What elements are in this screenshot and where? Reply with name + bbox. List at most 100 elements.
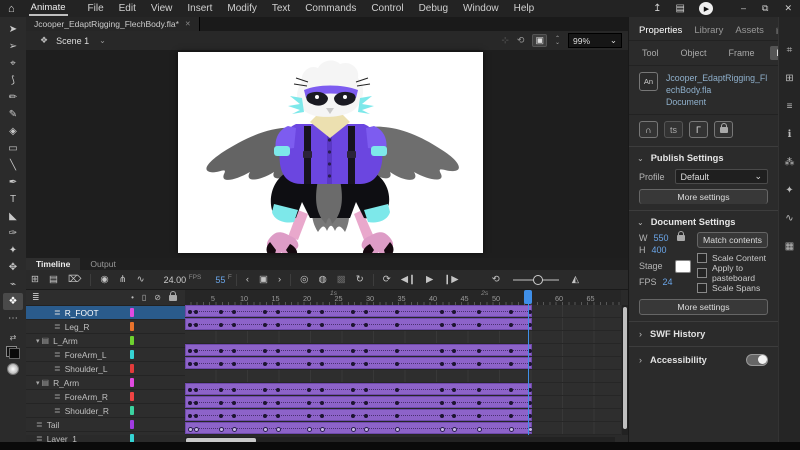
timeline-zoom-max-icon[interactable]: ◭	[567, 274, 584, 285]
timeline-tab-output[interactable]: Output	[80, 258, 126, 270]
hand-tool-icon[interactable]: ✥	[3, 259, 23, 276]
asset-sculpt-panel-icon[interactable]: ✦	[782, 183, 798, 198]
zoom-spinner[interactable]: ⌃ ⌄	[555, 36, 560, 46]
next-keyframe-icon[interactable]: ❙▶	[438, 274, 463, 285]
folder-expand-icon[interactable]: ▾	[36, 379, 40, 387]
tween-span[interactable]	[185, 422, 533, 434]
timeline-zoom-slider[interactable]	[512, 275, 559, 285]
new-folder-icon[interactable]: ▤	[44, 274, 63, 285]
onion-skin-outlines-icon[interactable]: ◍	[313, 274, 331, 285]
loop-icon[interactable]: ↻	[351, 274, 369, 285]
graph-editor-icon[interactable]: ∿	[132, 274, 150, 285]
outline-layers-icon[interactable]: ▯	[142, 293, 146, 302]
fps-value[interactable]: 24	[663, 277, 673, 287]
layer-row-r_arm[interactable]: ▾ ▤ R_Arm	[26, 376, 185, 390]
layer-row-shoulder_l[interactable]: ≣ Shoulder_L	[26, 362, 185, 376]
layer-color-chip[interactable]	[130, 322, 134, 331]
layer-parenting-icon[interactable]: ⋔	[114, 274, 132, 285]
close-button[interactable]: ✕	[784, 3, 792, 14]
scale-spans-checkbox[interactable]	[697, 283, 707, 293]
chevron-down-icon[interactable]: ⌄	[99, 36, 106, 45]
document-more-settings-button[interactable]: More settings	[639, 299, 768, 315]
center-frame-icon[interactable]: ▣	[254, 274, 273, 285]
timeline-fps[interactable]: 24.00 FPS	[164, 274, 202, 285]
folder-expand-icon[interactable]: ▾	[36, 337, 40, 345]
layer-color-chip[interactable]	[130, 364, 134, 373]
reset-timeline-zoom-icon[interactable]: ⟲	[487, 274, 505, 285]
timeline-vertical-scrollbar[interactable]	[622, 305, 628, 435]
frames-row-shoulder_r[interactable]	[185, 396, 621, 409]
align-panel-icon[interactable]: ≡	[782, 99, 798, 114]
info-panel-icon[interactable]: ℹ	[782, 127, 798, 142]
layer-row-tail[interactable]: ≣ Tail	[26, 418, 185, 432]
match-contents-button[interactable]: Match contents	[697, 232, 768, 248]
step-back-icon[interactable]: ‹	[241, 274, 254, 285]
quick-share-play-icon[interactable]: ▶	[699, 2, 713, 15]
edit-multiple-frames-icon[interactable]: ▩	[332, 274, 351, 285]
snap-align-icon[interactable]: Γ	[689, 121, 708, 138]
zoom-level-dropdown[interactable]: 99% ⌄	[568, 33, 622, 48]
pen-tool-icon[interactable]: ✒	[3, 174, 23, 191]
fill-color-swatch[interactable]	[9, 348, 20, 359]
playhead-handle[interactable]	[524, 290, 533, 304]
rig-tool-icon[interactable]: ❖	[3, 293, 23, 310]
tween-span[interactable]	[185, 318, 532, 330]
tab-close-icon[interactable]: ✕	[185, 20, 191, 28]
width-value[interactable]: 550	[654, 233, 669, 243]
menu-debug[interactable]: Debug	[419, 3, 448, 14]
layer-row-shoulder_r[interactable]: ≣ Shoulder_R	[26, 404, 185, 418]
scene-name[interactable]: Scene 1	[56, 36, 89, 46]
frames-row-l_arm[interactable]	[185, 331, 621, 344]
play-icon[interactable]: ▶	[421, 274, 438, 285]
tab-assets[interactable]: Assets	[735, 25, 764, 36]
frames-row-layer_1[interactable]	[185, 422, 621, 435]
brush-library-panel-icon[interactable]: ⁂	[782, 155, 798, 170]
subtab-object[interactable]: Object	[674, 46, 714, 60]
tween-span[interactable]	[185, 357, 532, 369]
layer-color-chip[interactable]	[130, 420, 134, 429]
stroke-fill-swatches[interactable]	[6, 346, 20, 359]
rotation-tool-icon[interactable]: ⟲	[517, 35, 525, 46]
lock-layers-icon[interactable]	[169, 290, 177, 301]
swf-history-header[interactable]: › SWF History	[629, 321, 778, 346]
transform-panel-icon[interactable]: ⊞	[782, 71, 798, 86]
menu-insert[interactable]: Insert	[187, 3, 212, 14]
eyedropper-tool-icon[interactable]: ✑	[3, 225, 23, 242]
fluid-brush-tool-icon[interactable]: ✏	[3, 89, 23, 106]
frames-row-shoulder_l[interactable]	[185, 357, 621, 370]
document-settings-header[interactable]: ⌄ Document Settings	[629, 210, 778, 232]
lock-guides-icon[interactable]	[714, 121, 733, 138]
layer-color-chip[interactable]	[130, 336, 134, 345]
layer-color-chip[interactable]	[130, 392, 134, 401]
subselection-tool-icon[interactable]: ➢	[3, 38, 23, 55]
lasso-tool-icon[interactable]: ⟆	[3, 72, 23, 89]
document-tab[interactable]: Jcooper_EdaptRigging_FlechBody.fla* ✕	[26, 17, 200, 31]
prev-keyframe-icon[interactable]: ◀❙	[396, 274, 421, 285]
frames-row-r_arm[interactable]	[185, 370, 621, 383]
link-wh-lock-icon[interactable]	[676, 231, 685, 241]
center-stage-icon[interactable]: ⊹	[501, 35, 509, 46]
menu-edit[interactable]: Edit	[119, 3, 136, 14]
layer-row-forearm_l[interactable]: ≣ ForeArm_L	[26, 348, 185, 362]
snap-to-pixels-icon[interactable]: ts	[664, 121, 683, 138]
frames-row-r_foot[interactable]	[185, 305, 621, 318]
stage-canvas[interactable]	[178, 52, 483, 259]
home-icon[interactable]: ⌂	[8, 3, 15, 15]
layer-row-l_arm[interactable]: ▾ ▤ L_Arm	[26, 334, 185, 348]
menu-control[interactable]: Control	[371, 3, 403, 14]
rectangle-tool-icon[interactable]: ▭	[3, 140, 23, 157]
new-layer-icon[interactable]: ⊞	[26, 274, 44, 285]
eraser-tool-icon[interactable]: ◈	[3, 123, 23, 140]
history-panel-icon[interactable]: ∿	[782, 211, 798, 226]
apply-pasteboard-checkbox[interactable]	[697, 268, 707, 278]
slider-knob[interactable]	[532, 275, 543, 285]
current-frame[interactable]: 55 F	[215, 274, 232, 285]
more-tools-icon[interactable]: ⋯	[3, 310, 23, 327]
scale-content-checkbox[interactable]	[697, 253, 707, 263]
menu-window[interactable]: Window	[463, 3, 499, 14]
frames-area[interactable]: 51015202530354045505560651s2s	[185, 290, 621, 435]
paint-bucket-tool-icon[interactable]: ◣	[3, 208, 23, 225]
menu-text[interactable]: Text	[272, 3, 290, 14]
highlight-layers-icon[interactable]: •	[131, 293, 134, 302]
workspace-icon[interactable]: ▤	[676, 3, 685, 14]
